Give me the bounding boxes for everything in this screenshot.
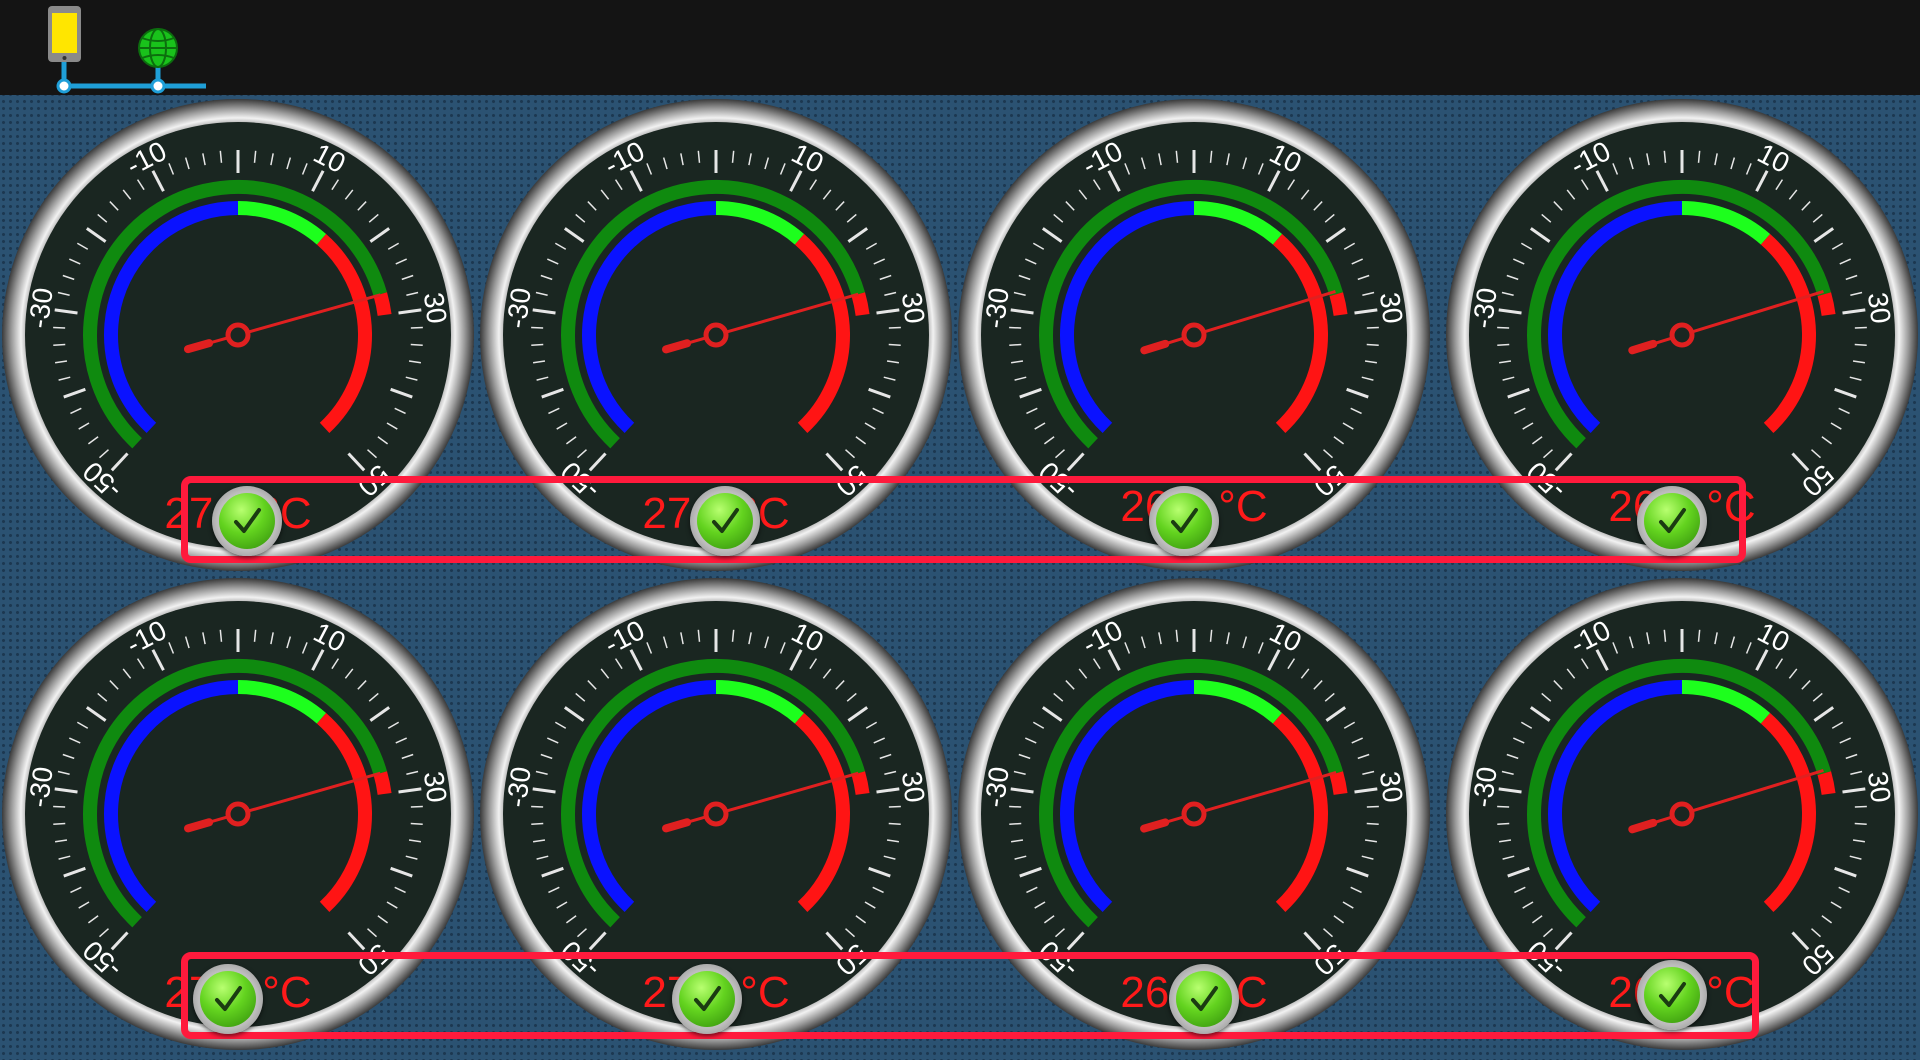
tick-label: -30 (1467, 765, 1503, 809)
tick-label: -30 (1467, 286, 1503, 330)
status-ok-button[interactable] (193, 964, 263, 1034)
check-icon (1176, 971, 1232, 1027)
tick-label: 30 (418, 769, 453, 804)
gauge-hot-zone (851, 292, 870, 316)
status-ok-button[interactable] (212, 486, 282, 556)
check-icon (679, 971, 735, 1027)
gauge-hot-zone (1817, 292, 1836, 316)
status-ok-button[interactable] (690, 486, 760, 556)
tick-label: -30 (979, 765, 1015, 809)
status-ok-button[interactable] (1149, 486, 1219, 556)
status-row-highlight (181, 476, 1746, 563)
connection-node (56, 78, 72, 94)
tick-label: -30 (979, 286, 1015, 330)
connection-node (150, 78, 166, 94)
status-ok-button[interactable] (1637, 486, 1707, 556)
tick-label: -30 (23, 765, 59, 809)
gauge-hot-zone (1329, 292, 1348, 316)
phone-icon[interactable] (48, 6, 81, 62)
tick-label: 30 (896, 769, 931, 804)
tick-label: 30 (1374, 769, 1409, 804)
connection-status (48, 6, 206, 94)
status-ok-button[interactable] (672, 964, 742, 1034)
gauge-hot-zone (373, 292, 392, 316)
check-icon (1644, 493, 1700, 549)
check-icon (219, 493, 275, 549)
gauge-hot-zone (1329, 771, 1348, 795)
gauge-hot-zone (1817, 771, 1836, 795)
tick-label: 30 (896, 290, 931, 325)
tick-label: 30 (1862, 290, 1897, 325)
status-row-highlight (181, 952, 1759, 1039)
check-icon (1156, 493, 1212, 549)
tick-label: 30 (418, 290, 453, 325)
tick-label: 30 (1862, 769, 1897, 804)
status-ok-button[interactable] (1169, 964, 1239, 1034)
tick-label: 30 (1374, 290, 1409, 325)
check-icon (697, 493, 753, 549)
globe-icon[interactable] (138, 28, 178, 68)
tick-label: -30 (501, 286, 537, 330)
gauge-hot-zone (373, 771, 392, 795)
tick-label: -30 (23, 286, 59, 330)
status-ok-button[interactable] (1637, 960, 1707, 1030)
gauge-hot-zone (851, 771, 870, 795)
check-icon (1644, 967, 1700, 1023)
check-icon (200, 971, 256, 1027)
tick-label: -30 (501, 765, 537, 809)
top-bar (0, 0, 1920, 95)
